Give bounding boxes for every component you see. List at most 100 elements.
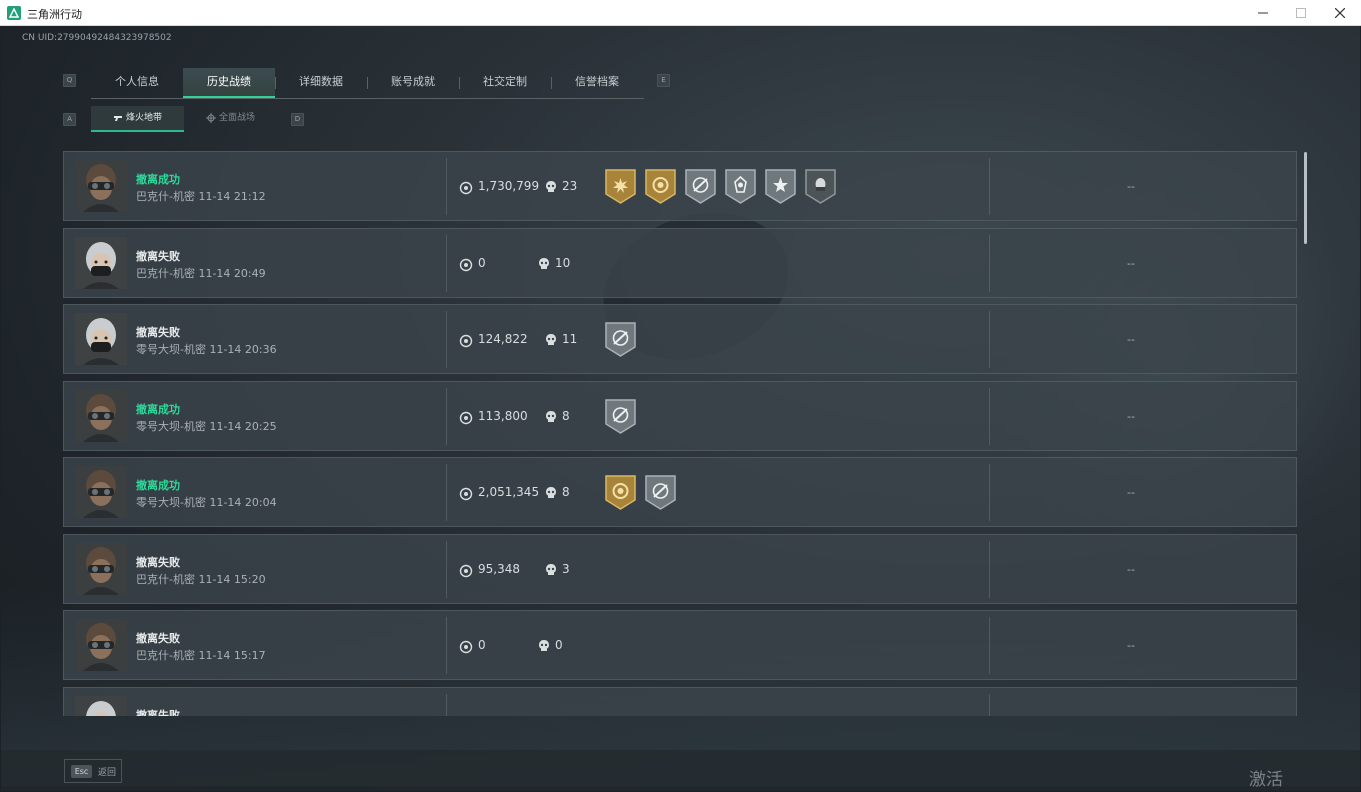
medal-silver-star-icon[interactable] <box>764 168 797 205</box>
medal-silver-strike-icon[interactable] <box>644 474 677 511</box>
medal-gold-coin-icon[interactable] <box>644 168 677 205</box>
loot-value: 113,800 <box>478 408 528 423</box>
match-row[interactable]: 撤离失败 <box>63 686 1297 717</box>
medal-silver-emblem-icon[interactable] <box>724 168 757 205</box>
extraction-status: 撤离成功 <box>136 402 180 416</box>
row-divider <box>446 693 447 716</box>
tab-personal-info[interactable]: 个人信息 <box>91 68 183 98</box>
medal-dark-head-icon[interactable] <box>804 168 837 205</box>
tab-prev-key-hint: Q <box>63 74 76 87</box>
main-tabs: 个人信息 历史战绩 详细数据 账号成就 社交定制 信誉档案 <box>91 68 644 99</box>
tab-achievements[interactable]: 账号成就 <box>367 68 459 98</box>
operator-avatar <box>75 466 127 518</box>
medal-silver-strike-icon[interactable] <box>604 398 637 435</box>
match-map-time: 巴克什-机密 11-14 15:17 <box>136 649 266 662</box>
row-divider <box>446 387 447 445</box>
tab-credit-record[interactable]: 信誉档案 <box>551 68 643 98</box>
mode-subtabs: 烽火地带 全面战场 <box>91 106 277 133</box>
match-row[interactable]: 撤离失败 零号大坝-机密 11-14 20:36 124,822 11 -- <box>63 304 1297 374</box>
loot-value: 124,822 <box>478 332 528 346</box>
kills-icon <box>545 485 557 504</box>
match-row[interactable]: 撤离成功 零号大坝-机密 11-14 20:25 113,800 8 -- <box>63 380 1297 451</box>
tab-social-custom[interactable]: 社交定制 <box>459 68 551 98</box>
match-row[interactable]: 撤离成功零号大坝-机密 11-14 20:04 2,051,345 8 -- <box>63 457 1297 527</box>
minimize-button[interactable] <box>1244 0 1282 26</box>
operator-avatar <box>75 695 127 716</box>
coin-icon <box>459 639 473 658</box>
match-map-time: 巴克什-机密 11-14 20:49 <box>136 266 266 280</box>
row-divider <box>446 234 447 292</box>
subtab-warfare[interactable]: 全面战场 <box>184 106 277 132</box>
kills-icon <box>538 256 550 275</box>
extra-info: -- <box>1127 256 1135 270</box>
tab-next-key-hint: E <box>657 74 670 87</box>
tab-match-history[interactable]: 历史战绩 <box>183 68 275 98</box>
crosshair-icon <box>205 112 216 123</box>
operator-avatar <box>75 542 127 595</box>
medal-silver-strike-icon[interactable] <box>684 168 717 205</box>
match-row[interactable]: 撤离失败 巴克什-机密 11-14 15:20 95,348 3 -- <box>63 533 1297 604</box>
row-divider <box>989 311 990 368</box>
match-map-time: 零号大坝-机密 11-14 20:36 <box>136 343 277 356</box>
extra-info: -- <box>1127 409 1135 423</box>
operator-avatar <box>75 236 127 289</box>
esc-key-hint: Esc <box>71 765 92 778</box>
kill-count: 10 <box>555 255 571 270</box>
row-divider <box>446 311 447 368</box>
row-divider <box>989 387 990 445</box>
subtab-next-key-hint: D <box>291 113 304 126</box>
operator-avatar <box>75 619 127 671</box>
row-divider <box>446 540 447 598</box>
kills-icon <box>538 638 550 657</box>
coin-icon <box>459 486 473 505</box>
window-titlebar: 三角洲行动 <box>0 0 1361 26</box>
kill-count: 8 <box>562 485 570 499</box>
extra-info: -- <box>1127 639 1135 652</box>
operator-avatar <box>75 313 127 365</box>
row-divider <box>989 693 990 716</box>
medal-gold-burst-icon[interactable] <box>604 168 637 205</box>
game-screen: CN UID:27990492484323978502 Q 个人信息 历史战绩 … <box>1 26 1360 791</box>
extra-info: -- <box>1127 486 1135 499</box>
coin-icon <box>459 410 473 429</box>
row-divider <box>989 158 990 215</box>
coin-icon <box>459 333 473 352</box>
kill-count: 3 <box>562 561 570 576</box>
loot-value: 2,051,345 <box>478 485 540 499</box>
activation-watermark: 激活 Windows <box>1249 770 1325 791</box>
kills-icon <box>545 409 557 428</box>
extraction-status: 撤离失败 <box>136 708 180 717</box>
gun-icon <box>113 116 122 121</box>
row-divider <box>989 540 990 598</box>
match-map-time: 零号大坝-机密 11-14 20:04 <box>136 496 277 509</box>
row-divider <box>446 617 447 674</box>
footer-bar <box>1 750 1360 791</box>
coin-icon <box>459 257 473 276</box>
close-button[interactable] <box>1321 0 1359 26</box>
loot-value: 0 <box>478 255 486 270</box>
match-row[interactable]: 撤离成功 巴克什-机密 11-14 21:12 1,730,799 23 -- <box>63 151 1297 221</box>
medal-gold-coin-icon[interactable] <box>604 474 637 511</box>
match-history-list: 撤离成功 巴克什-机密 11-14 21:12 1,730,799 23 -- 撤离失败巴… <box>63 151 1299 716</box>
list-scrollbar[interactable] <box>1304 152 1307 244</box>
match-row[interactable]: 撤离失败 巴克什-机密 11-14 15:17 0 0 -- <box>63 610 1297 680</box>
extraction-status: 撤离失败 <box>136 249 180 263</box>
subtab-operations[interactable]: 烽火地带 <box>91 106 184 132</box>
row-divider <box>989 234 990 292</box>
kills-icon <box>545 332 557 351</box>
window-title: 三角洲行动 <box>27 8 82 21</box>
extra-info: -- <box>1127 562 1135 576</box>
extraction-status: 撤离成功 <box>136 173 180 186</box>
back-button[interactable]: Esc 返回 <box>64 759 122 783</box>
maximize-button[interactable] <box>1282 0 1320 26</box>
extra-info: -- <box>1127 333 1135 346</box>
match-row[interactable]: 撤离失败巴克什-机密 11-14 20:49 0 10 -- <box>63 227 1297 298</box>
tab-detailed-stats[interactable]: 详细数据 <box>275 68 367 98</box>
extraction-status: 撤离成功 <box>136 479 180 492</box>
row-divider <box>446 158 447 215</box>
loot-value: 95,348 <box>478 561 520 576</box>
medal-silver-strike-icon[interactable] <box>604 321 637 358</box>
extra-info: -- <box>1127 180 1135 193</box>
extraction-status: 撤离失败 <box>136 326 180 339</box>
coin-icon <box>459 180 473 199</box>
